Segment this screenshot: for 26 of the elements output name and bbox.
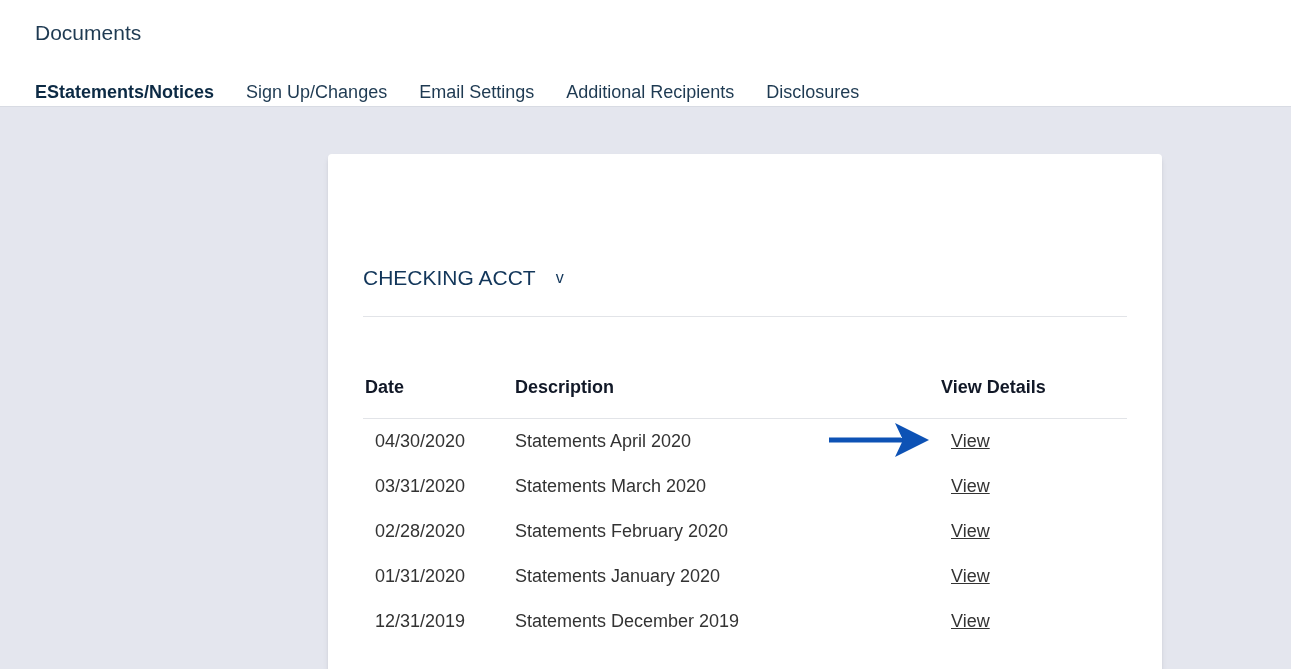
tab[interactable]: Disclosures [766, 79, 860, 106]
description-cell-text: Statements February 2020 [515, 519, 730, 543]
description-cell-text: Statements March 2020 [515, 474, 708, 498]
description-cell-text: Statements January 2020 [515, 564, 722, 588]
column-header: Date [364, 375, 405, 399]
view-link[interactable]: View [951, 517, 990, 545]
tab[interactable]: EStatements/Notices [35, 79, 215, 106]
tab[interactable]: Email Settings [419, 79, 535, 106]
date-cell-text: 03/31/2020 [374, 474, 467, 498]
description-cell-text: Statements April 2020 [515, 429, 693, 453]
view-link[interactable]: View [951, 607, 990, 635]
page-title: Documents [35, 21, 142, 44]
tab[interactable]: Additional Recipients [566, 79, 735, 106]
view-link[interactable]: View [951, 472, 990, 500]
date-cell-text: 01/31/2020 [374, 564, 467, 588]
view-link[interactable]: View [951, 427, 990, 455]
column-header: View Details [941, 375, 1046, 399]
date-cell-text: 02/28/2020 [374, 519, 467, 543]
date-cell-text: 04/30/2020 [374, 429, 467, 453]
date-cell-text: 12/31/2019 [374, 609, 467, 633]
account-dropdown-toggle[interactable]: v [555, 265, 564, 290]
tab[interactable]: Sign Up/Changes [246, 79, 388, 106]
column-header: Description [515, 375, 616, 399]
view-link[interactable]: View [951, 562, 990, 590]
description-cell-text: Statements December 2019 [515, 609, 741, 633]
account-name: CHECKING ACCT [363, 265, 536, 291]
